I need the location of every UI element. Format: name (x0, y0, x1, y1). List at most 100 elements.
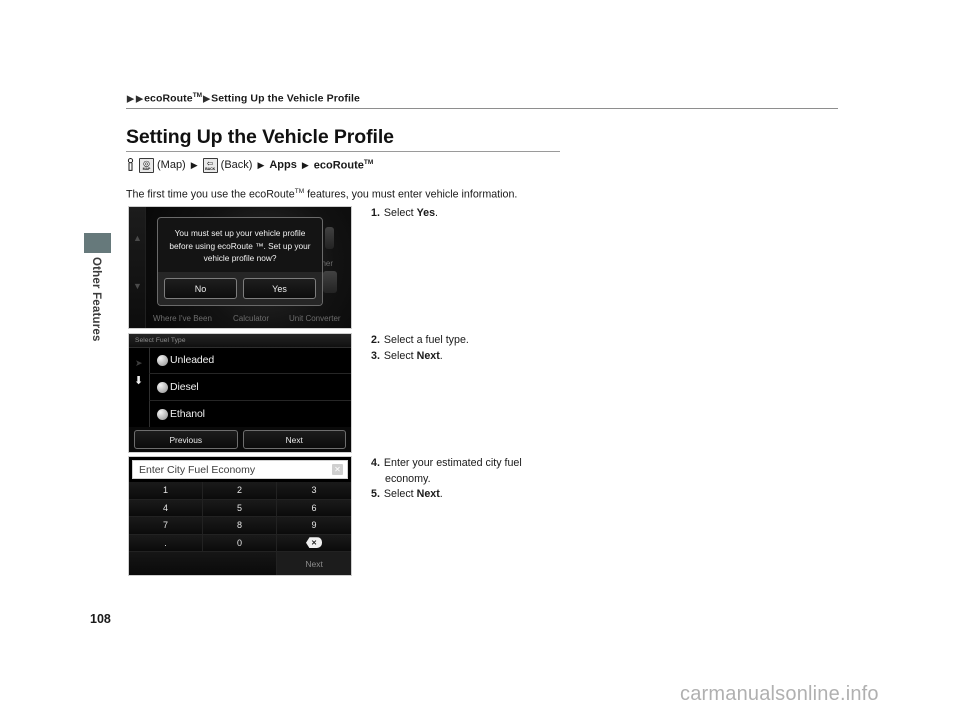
step-item: 1. Select Yes. (371, 206, 438, 222)
nav-arrow-icon: ▶ (257, 159, 265, 170)
key-backspace[interactable]: ✕ (277, 534, 351, 552)
ecoroute-label: ecoRoute (313, 159, 364, 172)
fuel-option-unleaded[interactable]: Unleaded (149, 347, 351, 374)
fuel-option-diesel[interactable]: Diesel (149, 374, 351, 401)
key-7[interactable]: 7 (129, 517, 203, 535)
screenshot-fuel-economy-keypad: Enter City Fuel Economy ✕ 1 2 3 4 5 6 7 … (128, 456, 352, 576)
fuel-screen-title: Select Fuel Type (135, 337, 186, 344)
app-thumb-cup (323, 271, 337, 293)
chevron-up-icon[interactable]: ➤ (135, 358, 143, 369)
step-text: Select a fuel type. (384, 333, 469, 349)
watermark: carmanualsonline.info (680, 683, 879, 705)
step-group-3: 4. Enter your estimated city fuel econom… (371, 456, 522, 503)
intro-tm: TM (294, 188, 305, 195)
key-6[interactable]: 6 (277, 499, 351, 517)
next-button[interactable]: Next (242, 430, 346, 449)
manual-page: ▶ ▶ecoRouteTM▶Setting Up the Vehicle Prof… (0, 0, 960, 722)
keypad-footer: Next (129, 552, 351, 575)
nav-arrow-icon: ▶ (301, 159, 309, 170)
radio-icon (157, 381, 168, 393)
app-label-where-ive-been: Where I've Been (153, 314, 212, 323)
fuel-option-ethanol[interactable]: Ethanol (149, 401, 351, 428)
breadcrumb-parent: ecoRoute (144, 92, 193, 105)
map-glyph: ◎ (143, 158, 150, 168)
key-4[interactable]: 4 (129, 499, 203, 517)
step-text: Select Next. (384, 487, 443, 503)
dialog-no-button[interactable]: No (164, 278, 237, 299)
previous-button[interactable]: Previous (134, 430, 238, 449)
map-button-caption: MAP (142, 166, 151, 171)
header-divider (126, 108, 838, 109)
section-tab-marker (84, 233, 111, 253)
fuel-footer-bar: Previous Next (129, 427, 351, 452)
scroll-down-icon: ▼ (133, 281, 142, 291)
step-post: . (435, 207, 439, 219)
fuel-option-label: Ethanol (170, 408, 205, 420)
nav-arrow-icon: ▶ (190, 159, 198, 170)
step-bold: Yes (416, 207, 436, 219)
key-0[interactable]: 0 (203, 534, 277, 552)
intro-part2: features, you must enter vehicle informa… (304, 188, 518, 201)
back-button-icon: ⇦ BACK (202, 157, 218, 173)
breadcrumb-arrow-icon: ▶ (203, 93, 211, 103)
step-group-2: 2. Select a fuel type. 3. Select Next. (371, 333, 469, 364)
back-glyph: ⇦ (206, 158, 214, 168)
step-text: Select Next. (384, 349, 443, 365)
key-3[interactable]: 3 (277, 482, 351, 500)
key-9[interactable]: 9 (277, 517, 351, 535)
step-number: 5. (371, 488, 380, 500)
step-number: 1. (371, 207, 380, 219)
fuel-option-label: Unleaded (170, 354, 215, 366)
hand-pointer-icon (126, 158, 135, 172)
key-1[interactable]: 1 (129, 482, 203, 500)
step-text: Select Yes. (384, 206, 438, 222)
step-bold: Next (416, 349, 440, 362)
step-item: 5. Select Next. (371, 487, 522, 503)
breadcrumb-current: Setting Up the Vehicle Profile (211, 92, 360, 105)
fuel-option-label: Diesel (170, 381, 199, 393)
dialog-message: You must set up your vehicle profile bef… (169, 228, 311, 264)
step-group-1: 1. Select Yes. (371, 206, 438, 222)
scroll-up-icon: ▲ (133, 233, 142, 243)
breadcrumb-parent-tm: TM (192, 92, 203, 99)
intro-paragraph: The first time you use the ecoRouteTM fe… (126, 188, 517, 201)
key-2[interactable]: 2 (203, 482, 277, 500)
ecoroute-tm: TM (363, 158, 374, 166)
page-title: Setting Up the Vehicle Profile (126, 126, 394, 148)
step-number: 3. (371, 349, 380, 362)
map-button-icon: ◎ MAP (139, 157, 154, 173)
app-thumb-pin (325, 227, 334, 249)
ecoroute-text: ecoRouteTM (314, 159, 374, 172)
fuel-economy-input[interactable]: Enter City Fuel Economy ✕ (132, 460, 348, 479)
step-post: . (439, 488, 443, 500)
step-number: 4. (371, 457, 380, 469)
back-text: (Back) (220, 159, 253, 171)
key-8[interactable]: 8 (203, 517, 277, 535)
key-5[interactable]: 5 (203, 499, 277, 517)
step-number: 2. (371, 334, 380, 346)
breadcrumb-arrow-icon: ▶ (127, 93, 135, 103)
screenshot-confirmation-dialog: ▲ ▼ nner Where I've Been Calculator Unit… (128, 206, 352, 329)
step-item: 2. Select a fuel type. (371, 333, 469, 349)
title-divider (126, 151, 560, 152)
step-text: Enter your estimated city fuel (383, 457, 522, 469)
arrow-down-icon[interactable]: ⬇ (134, 376, 143, 387)
close-icon[interactable]: ✕ (332, 464, 343, 475)
map-text: (Map) (157, 159, 186, 171)
keypad-next-button[interactable]: Next (277, 552, 351, 575)
radio-icon (157, 408, 168, 420)
fuel-type-list: Unleaded Diesel Ethanol (149, 347, 351, 428)
intro-part1: The first time you use the ecoRoute (126, 188, 295, 201)
breadcrumb: ▶ ▶ecoRouteTM▶Setting Up the Vehicle Prof… (126, 92, 360, 105)
backspace-icon: ✕ (306, 537, 322, 549)
page-number: 108 (90, 612, 111, 626)
keypad-footer-spacer (129, 552, 278, 575)
dialog-button-row: No Yes (158, 272, 322, 305)
step-item: 4. Enter your estimated city fuel (371, 456, 522, 472)
breadcrumb-arrow-icon: ▶ (136, 93, 144, 103)
key-period[interactable]: . (129, 534, 203, 552)
navigation-path: ◎ MAP (Map) ▶ ⇦ BACK (Back) ▶ Apps ▶ eco… (126, 155, 373, 175)
dialog-yes-button[interactable]: Yes (243, 278, 316, 299)
step-pre: Select (383, 488, 417, 500)
step-bold: Next (416, 488, 440, 500)
